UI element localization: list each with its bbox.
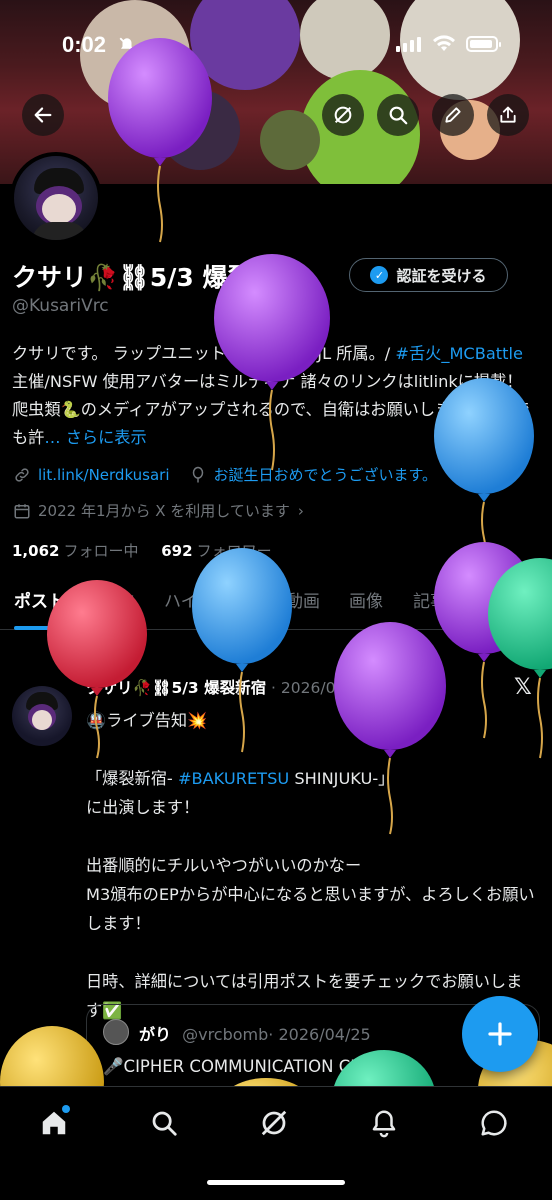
post-hashtag-link[interactable]: #BAKURETSU <box>178 769 289 788</box>
profile-display-name: クサリ🥀⛓5/3 爆裂新宿 <box>12 263 303 292</box>
post-line: SHINJUKU-」 <box>289 769 395 788</box>
search-icon <box>152 1111 177 1136</box>
tab-likes[interactable]: い <box>480 582 497 630</box>
pin-icon <box>61 653 73 665</box>
quote-author-avatar <box>103 1019 129 1045</box>
bell-off-icon <box>119 37 135 53</box>
tab-replies[interactable]: 返信 <box>100 582 134 630</box>
birthday-link[interactable]: お誕生日おめでとうございます。 <box>214 464 438 485</box>
following-link[interactable]: 1,062 フォロー中 <box>12 542 138 560</box>
post-header: クサリ🥀⛓5/3 爆裂新宿 · 2026/04/25 <box>86 676 370 698</box>
follow-counts: 1,062 フォロー中 692 フォロワー <box>12 540 272 561</box>
show-more-link[interactable]: さらに表示 <box>66 428 147 447</box>
share-icon <box>500 106 516 123</box>
battery-icon <box>466 36 501 52</box>
post-line: に出演します！ <box>86 798 200 817</box>
quote-text: 🎤CIPHER COMMUNICATION CIRCLE <box>103 1057 397 1076</box>
post-line: M3頒布のEPからが中心になると思いますが、よろしくお願いします！ <box>86 885 535 933</box>
followers-link[interactable]: 692 フォロワー <box>161 542 271 560</box>
profile-meta-links: lit.link/Nerdkusari お誕生日おめでとうございます。 <box>12 464 437 485</box>
tab-highlights[interactable]: ハイライト <box>164 582 249 630</box>
followers-label: フォロワー <box>196 542 272 560</box>
chevron-right-icon: › <box>297 501 304 520</box>
nav-messages[interactable] <box>476 1105 512 1141</box>
pinned-label: 固定 <box>84 653 112 669</box>
followers-count: 692 <box>161 542 193 560</box>
status-time: 0:02 <box>62 32 107 57</box>
balloon-icon <box>188 465 208 485</box>
profile-bio: クサリです。 ラップユニット「Nerd」、HJL 所属。/ #舌火_MCBatt… <box>12 340 532 452</box>
quote-header: がり @vrcbomb· 2026/04/25 <box>139 1021 371 1045</box>
messages-icon <box>481 1110 507 1136</box>
post-author-name[interactable]: クサリ🥀⛓5/3 爆裂新宿 <box>86 679 266 697</box>
grok-icon <box>261 1110 287 1136</box>
verified-badge-icon: ✓ <box>370 266 389 284</box>
home-indicator <box>207 1180 345 1185</box>
tab-videos[interactable]: 動画 <box>286 582 320 630</box>
notifications-icon <box>372 1110 396 1138</box>
search-button[interactable] <box>377 94 419 136</box>
following-count: 1,062 <box>12 542 60 560</box>
get-verified-button[interactable]: ✓ 認証を受ける <box>349 258 508 292</box>
grok-button[interactable] <box>322 94 364 136</box>
website-link[interactable]: lit.link/Nerdkusari <box>38 466 170 484</box>
edit-button[interactable] <box>432 94 474 136</box>
profile-tabs: ポスト 返信 ハイライト 動画 画像 記事 い <box>0 582 552 630</box>
nav-grok[interactable] <box>256 1105 292 1141</box>
bio-hashtag-link[interactable]: #舌火_MCBattle <box>395 344 522 363</box>
notification-dot <box>62 1105 70 1113</box>
post-line: 🚇ライブ告知💥 <box>86 711 208 730</box>
tab-media[interactable]: 画像 <box>349 582 383 630</box>
post-text: 🚇ライブ告知💥 「爆裂新宿- #BAKURETSU SHINJUKU-」に出演しま… <box>86 706 536 1025</box>
profile-handle: @KusariVrc <box>12 296 109 316</box>
grok-icon <box>334 106 352 124</box>
following-label: フォロー中 <box>63 542 139 560</box>
tab-articles[interactable]: 記事 <box>413 582 447 630</box>
joined-date: 2022 年1月から X を利用しています <box>38 502 290 520</box>
post-line: 「爆裂新宿- <box>86 769 178 788</box>
signal-icon <box>396 37 421 52</box>
link-icon <box>12 465 32 485</box>
post-date[interactable]: · 2026/04/25 <box>271 679 370 697</box>
quote-author-handle: @vrcbomb <box>182 1025 269 1044</box>
nav-notifications[interactable] <box>366 1105 402 1141</box>
quote-author-name: がり <box>139 1025 172 1044</box>
bio-ellipsis: … <box>44 428 61 447</box>
back-button[interactable] <box>22 94 64 136</box>
quote-date: · 2026/04/25 <box>268 1025 371 1044</box>
wifi-icon <box>433 35 455 51</box>
post-author-avatar[interactable] <box>12 686 72 746</box>
calendar-icon <box>12 501 32 521</box>
nav-home[interactable] <box>36 1105 72 1141</box>
nav-search[interactable] <box>146 1105 182 1141</box>
x-logo-icon: 𝕏 <box>514 675 532 700</box>
compose-post-button[interactable] <box>462 996 538 1072</box>
pencil-icon <box>445 107 461 123</box>
bio-text: クサリです。 ラップユニット「Nerd」、HJL 所属。/ <box>12 344 396 363</box>
search-icon <box>389 106 408 125</box>
plus-icon <box>488 1022 512 1046</box>
joined-date-row[interactable]: 2022 年1月から X を利用しています › <box>12 500 304 521</box>
get-verified-label: 認証を受ける <box>396 266 487 285</box>
share-button[interactable] <box>487 94 529 136</box>
arrow-left-icon <box>34 107 52 123</box>
profile-avatar[interactable] <box>10 152 102 244</box>
status-bar: 0:02 <box>0 0 552 90</box>
post-line: 出番順的にチルいやつがいいのかなー <box>86 856 362 875</box>
tab-posts[interactable]: ポスト <box>14 582 67 630</box>
